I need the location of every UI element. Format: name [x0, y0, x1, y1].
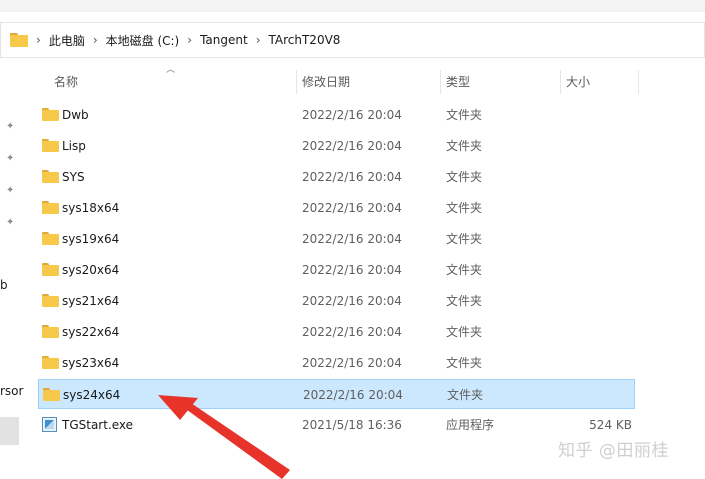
arrow-shaft [183, 401, 290, 479]
annotation-arrow [158, 395, 290, 479]
